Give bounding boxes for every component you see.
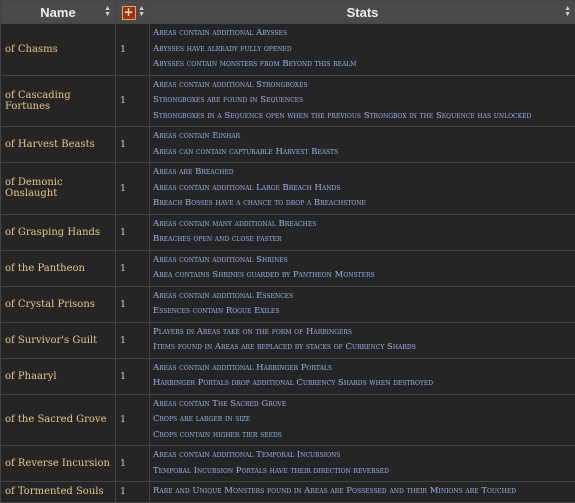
stat-line: Areas contain additional Temporal Incurs… [153,448,572,464]
mod-stats: Rare and Unique Monsters found in Areas … [150,482,575,503]
stat-line: Harbinger Portals drop additional Curren… [153,376,572,392]
mod-stats: Areas contain many additional BreachesBr… [150,214,575,250]
column-header-stats[interactable]: Stats ▲▼ [150,1,575,24]
stat-line: Crops contain higher tier seeds [153,428,572,444]
stat-line: Areas are Breached [153,165,572,181]
stat-line: Areas contain additional Strongboxes [153,78,572,94]
stat-line: Areas contain additional Large Breach Ha… [153,181,572,197]
mod-name: of the Pantheon [1,250,116,286]
table-row: of Crystal Prisons1Areas contain additio… [1,286,575,322]
stat-line: Crops are larger in size [153,412,572,428]
mod-level: 1 [116,127,150,163]
stat-line: Breach Bosses have a chance to drop a Br… [153,196,572,212]
sort-icon[interactable]: ▲▼ [564,6,571,18]
stat-line: Abysses have already fully opened [153,42,572,58]
mod-name: of Demonic Onslaught [1,163,116,215]
mod-level: 1 [116,446,150,482]
mod-name: of Harvest Beasts [1,127,116,163]
table-row: of Tormented Souls1Rare and Unique Monst… [1,482,575,503]
table-row: of the Sacred Grove1Areas contain The Sa… [1,394,575,446]
mod-name: of the Sacred Grove [1,394,116,446]
mod-stats: Areas contain The Sacred GroveCrops are … [150,394,575,446]
mod-stats: Areas contain additional Harbinger Porta… [150,358,575,394]
mod-level: 1 [116,482,150,503]
mod-stats: Areas contain additional AbyssesAbysses … [150,24,575,76]
mod-name: of Crystal Prisons [1,286,116,322]
stat-line: Players in Areas take on the form of Har… [153,325,572,341]
sort-icon[interactable]: ▲▼ [138,6,145,18]
stat-line: Temporal Incursion Portals have their di… [153,464,572,480]
stat-line: Areas contain additional Essences [153,289,572,305]
mod-stats: Areas contain additional StrongboxesStro… [150,75,575,127]
stat-line: Areas contain many additional Breaches [153,217,572,233]
table-row: of Survivor's Guilt1Players in Areas tak… [1,322,575,358]
stat-line: Strongboxes in a Sequence open when the … [153,109,572,125]
mod-level: 1 [116,394,150,446]
stat-line: Area contains Shrines guarded by Pantheo… [153,268,572,284]
stat-line: Areas contain additional Harbinger Porta… [153,361,572,377]
mod-level: 1 [116,358,150,394]
stat-line: Areas contain additional Abysses [153,26,572,42]
mod-stats: Areas contain additional ShrinesArea con… [150,250,575,286]
table-row: of Demonic Onslaught1Areas are BreachedA… [1,163,575,215]
stat-line: Items found in Areas are replaced by sta… [153,340,572,356]
table-row: of the Pantheon1Areas contain additional… [1,250,575,286]
column-header-level[interactable]: + ▲▼ [116,1,150,24]
table-row: of Phaaryl1Areas contain additional Harb… [1,358,575,394]
column-header-name[interactable]: Name ▲▼ [1,1,116,24]
table-row: of Chasms1Areas contain additional Abyss… [1,24,575,76]
mod-level: 1 [116,24,150,76]
mod-stats: Players in Areas take on the form of Har… [150,322,575,358]
stat-line: Rare and Unique Monsters found in Areas … [153,484,572,500]
table-row: of Grasping Hands1Areas contain many add… [1,214,575,250]
mod-level: 1 [116,250,150,286]
table-row: of Harvest Beasts1Areas contain EinharAr… [1,127,575,163]
plus-icon: + [122,6,136,20]
table-header-row: Name ▲▼ + ▲▼ Stats ▲▼ [1,1,575,24]
mod-name: of Survivor's Guilt [1,322,116,358]
mod-name: of Tormented Souls [1,482,116,503]
table-row: of Cascading Fortunes1Areas contain addi… [1,75,575,127]
sort-icon[interactable]: ▲▼ [104,6,111,18]
mod-name: of Chasms [1,24,116,76]
column-header-name-label: Name [40,5,75,20]
stat-line: Areas contain Einhar [153,129,572,145]
stat-line: Areas contain additional Shrines [153,253,572,269]
mod-name: of Grasping Hands [1,214,116,250]
table-row: of Reverse Incursion1Areas contain addit… [1,446,575,482]
mod-name: of Reverse Incursion [1,446,116,482]
mod-level: 1 [116,286,150,322]
mod-name: of Phaaryl [1,358,116,394]
table-body: of Chasms1Areas contain additional Abyss… [1,24,575,503]
mod-stats: Areas contain additional EssencesEssence… [150,286,575,322]
mods-table: Name ▲▼ + ▲▼ Stats ▲▼ of Chasms1Areas co… [0,0,575,503]
stat-line: Abysses contain monsters from Beyond thi… [153,57,572,73]
stat-line: Breaches open and close faster [153,232,572,248]
mod-stats: Areas are BreachedAreas contain addition… [150,163,575,215]
stat-line: Strongboxes are found in Sequences [153,93,572,109]
mod-level: 1 [116,214,150,250]
column-header-stats-label: Stats [347,5,379,20]
stat-line: Essences contain Rogue Exiles [153,304,572,320]
mod-level: 1 [116,322,150,358]
stat-line: Areas can contain capturable Harvest Bea… [153,145,572,161]
mod-name: of Cascading Fortunes [1,75,116,127]
stat-line: Areas contain The Sacred Grove [153,397,572,413]
mod-level: 1 [116,163,150,215]
mod-level: 1 [116,75,150,127]
mod-stats: Areas contain additional Temporal Incurs… [150,446,575,482]
mod-stats: Areas contain EinharAreas can contain ca… [150,127,575,163]
